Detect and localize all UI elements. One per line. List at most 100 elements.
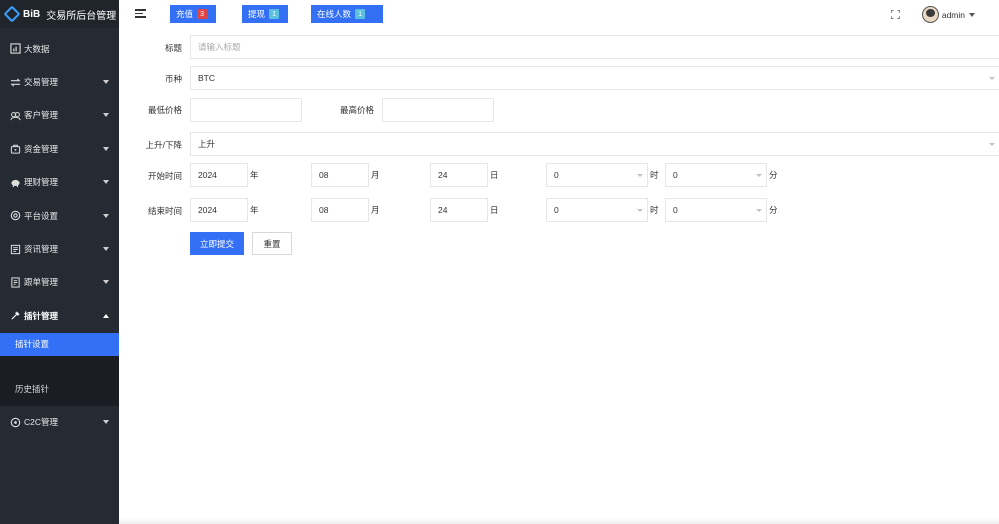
minute-unit: 分 (769, 205, 778, 215)
end-hour-select[interactable]: 0 (546, 198, 648, 222)
start-minute-value: 0 (673, 170, 678, 180)
sidebar-subitem-needle-settings[interactable]: 插针设置 (0, 332, 119, 356)
chevron-down-icon (103, 247, 109, 252)
title-input[interactable]: 请输入标题 (190, 35, 999, 59)
max-price-label: 最高价格 (339, 105, 374, 115)
sidebar-item-label: 平台设置 (24, 210, 59, 221)
sidebar-item-label: 资金管理 (24, 143, 59, 154)
hour-unit: 时 (650, 170, 659, 180)
day-unit: 日 (490, 205, 499, 215)
chevron-down-icon (756, 174, 762, 177)
chevron-down-icon (989, 143, 995, 146)
min-price-input[interactable] (190, 98, 302, 122)
start-day-input[interactable]: 24 (430, 163, 488, 187)
user-menu[interactable]: admin (921, 6, 975, 23)
chevron-down-icon (103, 146, 109, 151)
hour-unit: 时 (650, 205, 659, 215)
submit-button[interactable]: 立即提交 (190, 232, 244, 255)
sidebar-item-label: C2C管理 (24, 417, 59, 428)
direction-select[interactable]: 上升 (190, 132, 999, 156)
sidebar: BiB 交易所后台管理 大数据 交易管理 客户管理 资金管理 理财管理 平台设置… (0, 0, 119, 524)
document-icon (10, 277, 21, 288)
piggy-bank-icon (10, 177, 21, 188)
chart-icon (10, 43, 21, 54)
sidebar-item-c2c[interactable]: C2C管理 (0, 406, 119, 439)
chevron-up-icon (103, 313, 109, 318)
settings-icon (10, 210, 21, 221)
chevron-down-icon (103, 280, 109, 285)
start-hour-select[interactable]: 0 (546, 163, 648, 187)
sidebar-item-finance[interactable]: 理财管理 (0, 166, 119, 199)
chevron-down-icon (103, 180, 109, 185)
sidebar-item-needle[interactable]: 插针管理 (0, 299, 119, 332)
end-day-input[interactable]: 24 (430, 198, 488, 222)
end-hour-value: 0 (554, 205, 559, 215)
chevron-down-icon (637, 209, 643, 212)
submenu-spacer (0, 355, 119, 377)
menu-toggle-icon[interactable] (135, 9, 146, 19)
sidebar-item-copy-trading[interactable]: 跟单管理 (0, 266, 119, 299)
wallet-icon (10, 143, 21, 154)
title-label: 标题 (164, 43, 182, 53)
chevron-down-icon (756, 209, 762, 212)
start-hour-value: 0 (554, 170, 559, 180)
end-time-label: 结束时间 (147, 206, 182, 216)
year-unit: 年 (250, 205, 259, 215)
needle-icon (10, 310, 21, 321)
direction-label: 上升/下降 (145, 140, 182, 150)
sidebar-item-label: 跟单管理 (24, 277, 59, 288)
start-month-input[interactable]: 08 (311, 163, 369, 187)
currency-select[interactable]: BTC (190, 66, 999, 90)
fullscreen-icon[interactable] (891, 10, 900, 19)
start-year-input[interactable]: 2024 (190, 163, 248, 187)
chevron-down-icon (989, 77, 995, 80)
recharge-label: 充值 (176, 9, 194, 19)
max-price-input[interactable] (382, 98, 494, 122)
username: admin (941, 9, 965, 20)
day-unit: 日 (490, 170, 499, 180)
sidebar-item-label: 理财管理 (24, 177, 59, 188)
withdraw-count-badge: 1 (269, 9, 280, 19)
sidebar-item-label: 客户管理 (24, 110, 59, 121)
currency-value: BTC (198, 73, 215, 83)
sidebar-item-label: 插针管理 (24, 310, 59, 321)
withdraw-label: 提现 (248, 9, 266, 19)
direction-value: 上升 (198, 139, 216, 149)
chevron-down-icon (103, 113, 109, 118)
chevron-down-icon (103, 420, 109, 425)
currency-label: 币种 (164, 74, 182, 84)
online-users-label: 在线人数 (317, 9, 352, 19)
logo[interactable]: BiB 交易所后台管理 (0, 0, 119, 28)
recharge-count-badge: 3 (197, 9, 208, 19)
app-title: 交易所后台管理 (46, 10, 117, 22)
month-unit: 月 (371, 170, 380, 180)
recharge-button[interactable]: 充值 3 (170, 5, 216, 23)
start-time-label: 开始时间 (147, 171, 182, 181)
withdraw-button[interactable]: 提现 1 (242, 5, 288, 23)
sidebar-subitem-needle-history[interactable]: 历史插针 (0, 377, 119, 401)
news-icon (10, 244, 21, 255)
c2c-icon (10, 417, 21, 428)
chevron-down-icon (969, 12, 975, 17)
sidebar-item-platform[interactable]: 平台设置 (0, 199, 119, 232)
chevron-down-icon (637, 174, 643, 177)
end-month-input[interactable]: 08 (311, 198, 369, 222)
sidebar-item-label: 资讯管理 (24, 244, 59, 255)
start-minute-select[interactable]: 0 (665, 163, 767, 187)
top-header: 充值 3 提现 1 在线人数 1 admin (119, 0, 999, 30)
end-year-input[interactable]: 2024 (190, 198, 248, 222)
logo-brand: BiB (23, 8, 41, 20)
sidebar-item-customers[interactable]: 客户管理 (0, 99, 119, 132)
reset-button[interactable]: 重置 (252, 232, 292, 255)
sidebar-item-label: 大数据 (24, 43, 50, 54)
end-minute-select[interactable]: 0 (665, 198, 767, 222)
minute-unit: 分 (769, 170, 778, 180)
sidebar-item-big-data[interactable]: 大数据 (0, 32, 119, 65)
sidebar-item-trade[interactable]: 交易管理 (0, 65, 119, 98)
sidebar-submenu: 插针设置 历史插针 (0, 332, 119, 406)
online-users-button[interactable]: 在线人数 1 (311, 5, 383, 23)
sidebar-item-funds[interactable]: 资金管理 (0, 132, 119, 165)
avatar (921, 6, 939, 23)
sidebar-item-news[interactable]: 资讯管理 (0, 232, 119, 265)
exchange-icon (10, 77, 21, 88)
